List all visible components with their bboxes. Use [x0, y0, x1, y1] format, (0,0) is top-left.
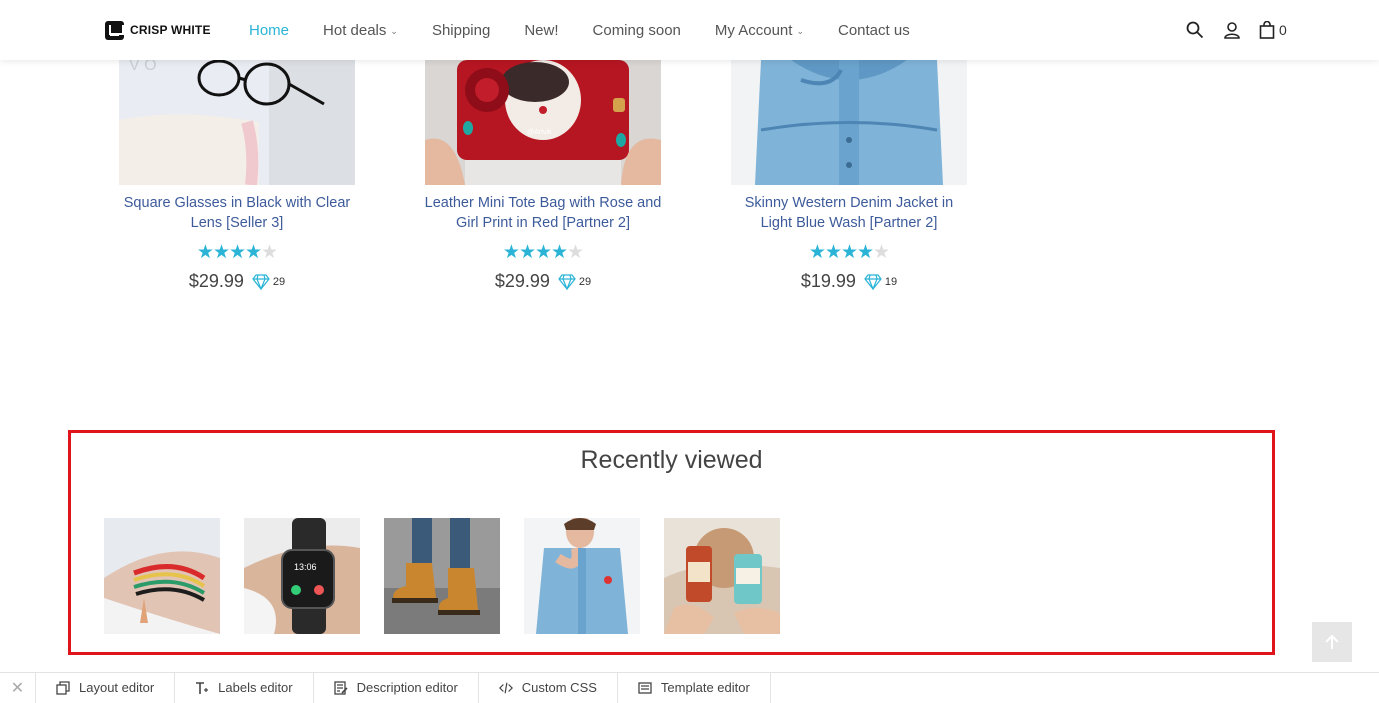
nav-my-account[interactable]: My Account ⌄ — [715, 22, 804, 39]
shopping-bag-icon — [1259, 21, 1275, 39]
user-icon[interactable] — [1222, 20, 1242, 40]
chevron-down-icon: ⌄ — [796, 25, 804, 36]
recent-item-boots[interactable] — [384, 518, 500, 634]
product-image[interactable]: @Artvik — [425, 60, 661, 185]
logo-icon — [105, 20, 124, 40]
svg-text:V O: V O — [129, 60, 157, 74]
recent-item-denim-jacket[interactable] — [524, 518, 640, 634]
rating-stars: ★★★★★ — [196, 242, 278, 263]
cart-button[interactable]: 0 — [1259, 21, 1287, 39]
product-image[interactable]: V O — [119, 60, 355, 185]
template-icon — [638, 681, 652, 695]
brand-logo[interactable]: CRISP WHITE — [105, 20, 211, 40]
product-title[interactable]: Skinny Western Denim Jacket in Light Blu… — [729, 193, 969, 233]
svg-text:13:06: 13:06 — [294, 562, 317, 572]
nav-new-label: New! — [524, 21, 559, 39]
template-editor-button[interactable]: Template editor — [618, 672, 771, 703]
cart-count: 0 — [1279, 22, 1287, 38]
nav-coming-soon-label: Coming soon — [592, 21, 681, 39]
recent-item-bottles[interactable] — [664, 518, 780, 634]
points-value: 29 — [272, 275, 286, 288]
price-row: $29.99 29 — [117, 271, 357, 292]
nav-contact-us[interactable]: Contact us — [838, 22, 910, 39]
text-icon — [195, 681, 209, 695]
description-icon — [333, 680, 348, 695]
product-card[interactable]: V O Square Glasses in Black with Clear L… — [117, 60, 357, 292]
main-nav: Home Hot deals ⌄ Shipping New! Coming soo… — [249, 0, 944, 60]
reward-points: 29 — [558, 273, 592, 290]
nav-home[interactable]: Home — [249, 22, 289, 39]
editor-toolbar: ✕ Layout editor Labels editor Descriptio… — [0, 672, 1379, 703]
price-row: $19.99 19 — [729, 271, 969, 292]
nav-coming-soon[interactable]: Coming soon — [593, 22, 681, 39]
points-value: 29 — [578, 275, 592, 288]
product-title[interactable]: Square Glasses in Black with Clear Lens … — [117, 193, 357, 233]
points-value: 19 — [884, 275, 898, 288]
brand-name: CRISP WHITE — [130, 23, 211, 37]
nav-shipping[interactable]: Shipping — [432, 22, 490, 39]
layout-editor-button[interactable]: Layout editor — [36, 672, 176, 703]
description-editor-button[interactable]: Description editor — [314, 672, 479, 703]
nav-my-account-label: My Account — [714, 21, 793, 39]
nav-home-label: Home — [249, 21, 290, 39]
labels-editor-label: Labels editor — [218, 680, 293, 695]
reward-points: 29 — [252, 273, 286, 290]
recent-item-smart-watch[interactable]: 13:06 — [244, 518, 360, 634]
recent-item-bracelet[interactable] — [104, 518, 220, 634]
recently-viewed-section: Recently viewed 13:06 — [68, 430, 1275, 655]
diamond-icon — [864, 273, 882, 290]
layout-editor-label: Layout editor — [79, 680, 155, 695]
labels-editor-button[interactable]: Labels editor — [175, 672, 314, 703]
layout-icon — [56, 680, 70, 695]
description-editor-label: Description editor — [356, 680, 458, 695]
product-image[interactable] — [731, 60, 967, 185]
product-price: $29.99 — [494, 271, 550, 291]
header-actions: 0 — [1185, 20, 1287, 40]
diamond-icon — [558, 273, 576, 290]
site-header: CRISP WHITE Home Hot deals ⌄ Shipping New… — [0, 0, 1379, 60]
custom-css-label: Custom CSS — [521, 680, 597, 695]
nav-hot-deals-label: Hot deals — [323, 21, 387, 39]
product-price: $19.99 — [800, 271, 856, 291]
product-card[interactable]: @Artvik Leather Mini Tote Bag with Rose … — [423, 60, 663, 292]
svg-text:@Artvik: @Artvik — [527, 129, 552, 136]
back-to-top-button[interactable] — [1312, 622, 1352, 662]
nav-shipping-label: Shipping — [431, 21, 491, 39]
rating-stars: ★★★★★ — [808, 242, 890, 263]
product-price: $29.99 — [188, 271, 244, 291]
product-card[interactable]: Skinny Western Denim Jacket in Light Blu… — [729, 60, 969, 292]
code-icon — [498, 681, 513, 695]
close-icon[interactable]: ✕ — [0, 672, 36, 703]
reward-points: 19 — [864, 273, 898, 290]
recently-viewed-title: Recently viewed — [580, 446, 763, 474]
arrow-up-icon — [1325, 634, 1339, 649]
template-editor-label: Template editor — [660, 680, 750, 695]
search-icon[interactable] — [1185, 20, 1205, 40]
price-row: $29.99 29 — [423, 271, 663, 292]
product-title[interactable]: Leather Mini Tote Bag with Rose and Girl… — [423, 193, 663, 233]
nav-contact-us-label: Contact us — [838, 21, 910, 39]
custom-css-button[interactable]: Custom CSS — [479, 672, 618, 703]
chevron-down-icon: ⌄ — [390, 25, 398, 36]
nav-new[interactable]: New! — [524, 22, 558, 39]
diamond-icon — [252, 273, 270, 290]
nav-hot-deals[interactable]: Hot deals ⌄ — [323, 22, 398, 39]
rating-stars: ★★★★★ — [502, 242, 584, 263]
